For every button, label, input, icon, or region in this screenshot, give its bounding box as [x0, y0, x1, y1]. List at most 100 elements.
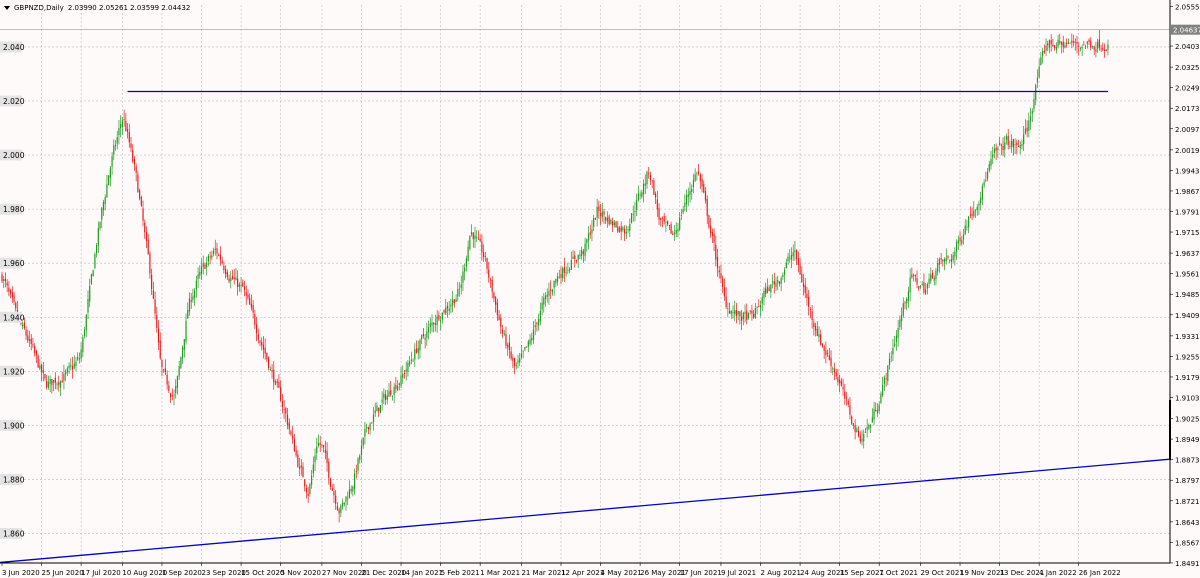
chevron-down-icon[interactable]	[4, 6, 10, 10]
right-price-label: 1.93312	[1175, 333, 1200, 341]
candle-body	[792, 252, 794, 257]
candle-body	[120, 124, 122, 129]
candle-body	[572, 256, 574, 260]
candle-body	[472, 232, 474, 240]
candle-body	[185, 320, 187, 342]
candle-body	[1067, 42, 1069, 44]
candle-body	[324, 449, 326, 453]
candle-body	[99, 221, 101, 229]
candle-body	[470, 232, 473, 235]
right-price-label: 2.01732	[1175, 105, 1200, 113]
candle-body	[1, 274, 3, 282]
candle-body	[293, 438, 295, 452]
candle-body	[601, 212, 603, 218]
candle-body	[1047, 43, 1049, 46]
candle-body	[128, 132, 130, 143]
candle-body	[230, 278, 232, 281]
candle-body	[698, 171, 700, 174]
candle-body	[1043, 50, 1045, 53]
candle-body	[89, 285, 91, 302]
candle-body	[140, 197, 142, 206]
candle-body	[742, 312, 744, 320]
date-label: 29 Oct 2021	[920, 569, 963, 577]
candle-body	[278, 381, 280, 388]
right-price-label: 1.90252	[1175, 416, 1200, 424]
candle-body	[32, 344, 34, 346]
left-price-label: 2.020	[3, 97, 25, 106]
candle-body	[825, 350, 827, 355]
candle-body	[233, 277, 235, 279]
candle-body	[637, 193, 639, 201]
candle-body	[620, 226, 622, 232]
candle-body	[66, 368, 68, 373]
candle-body	[770, 284, 772, 293]
candle-body	[352, 486, 354, 492]
candle-body	[180, 357, 182, 369]
candle-body	[704, 191, 707, 201]
candle-body	[367, 426, 369, 430]
candle-body	[925, 289, 927, 294]
right-price-label: 1.99432	[1175, 167, 1200, 175]
candle-body	[357, 458, 359, 471]
candle-body	[35, 350, 37, 356]
candle-body	[384, 394, 387, 401]
candle-body	[691, 188, 693, 192]
right-price-label: 1.94852	[1175, 291, 1200, 299]
candle-body	[1105, 50, 1107, 52]
candle-body	[1107, 44, 1109, 50]
candle-body	[864, 431, 867, 433]
candle-body	[1040, 57, 1042, 66]
candle-body	[457, 289, 459, 297]
candle-body	[844, 391, 846, 399]
candle-body	[536, 322, 538, 325]
candle-body	[952, 255, 954, 261]
candle-body	[221, 260, 223, 264]
candle-body	[390, 390, 392, 395]
candle-body	[749, 310, 751, 312]
candle-body	[923, 282, 925, 293]
candle-body	[163, 369, 165, 371]
date-label: 24 Aug 2021	[800, 569, 845, 577]
candle-body	[873, 409, 875, 420]
candle-body	[414, 349, 416, 360]
candle-body	[3, 279, 5, 281]
price-chart[interactable]: 2.040 2.020 2.000 1.980 1.960 1.940 1.920 1.900…	[0, 0, 1200, 578]
candle-body	[22, 324, 24, 327]
candle-body	[402, 373, 404, 378]
candle-body	[534, 325, 536, 328]
candle-body	[149, 253, 151, 274]
candle-body	[238, 284, 240, 287]
candle-body	[894, 343, 896, 347]
candle-body	[249, 297, 251, 305]
candle-body	[926, 283, 928, 289]
candle-body	[1071, 40, 1073, 43]
candle-body	[391, 395, 394, 397]
candle-body	[1017, 145, 1020, 147]
candle-body	[888, 358, 891, 366]
candle-body	[101, 208, 103, 220]
candle-body	[70, 365, 72, 367]
candle-body	[1000, 144, 1002, 146]
candle-body	[818, 334, 820, 338]
candle-body	[1091, 45, 1094, 47]
candle-body	[1062, 41, 1064, 48]
candle-body	[1086, 41, 1088, 44]
candle-body	[96, 245, 98, 254]
candle-body	[660, 218, 662, 220]
candle-body	[288, 422, 290, 430]
candle-body	[828, 355, 830, 360]
candle-body	[945, 257, 947, 261]
candle-body	[305, 487, 308, 493]
candle-body	[338, 509, 340, 514]
candle-body	[845, 397, 848, 399]
candle-body	[687, 194, 689, 197]
candle-body	[1021, 144, 1023, 146]
candle-body	[574, 255, 576, 259]
candle-body	[706, 198, 708, 216]
candle-body	[242, 282, 244, 287]
candle-body	[142, 208, 144, 221]
candle-body	[871, 417, 873, 423]
candle-body	[264, 347, 266, 354]
candle-body	[673, 232, 676, 234]
candle-body	[949, 259, 951, 261]
